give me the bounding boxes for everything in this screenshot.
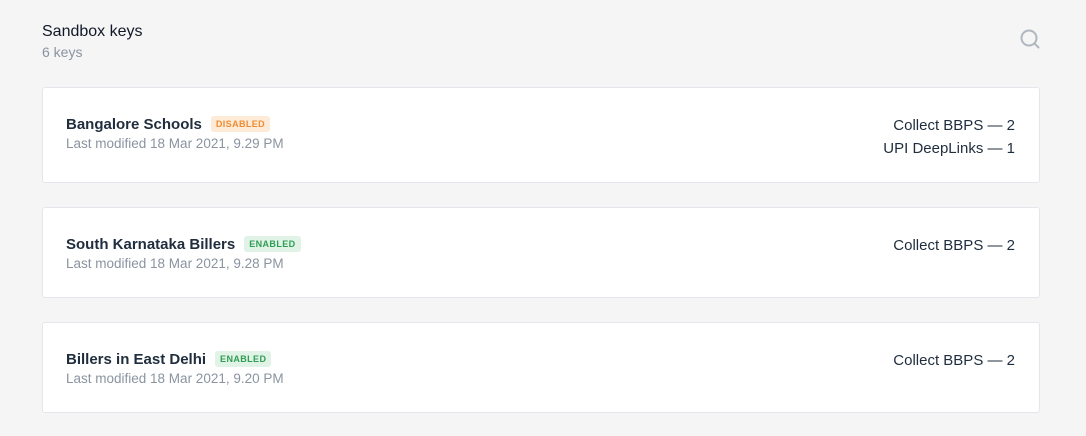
last-modified: Last modified 18 Mar 2021, 9.20 PM [66, 371, 284, 386]
key-card[interactable]: South Karnataka Billers ENABLED Last mod… [42, 207, 1040, 298]
key-card[interactable]: Billers in East Delhi ENABLED Last modif… [42, 322, 1040, 413]
product-item: UPI DeepLinks — 1 [883, 140, 1015, 157]
search-icon[interactable] [1018, 27, 1042, 51]
key-name[interactable]: Bangalore Schools [66, 116, 202, 133]
status-badge: ENABLED [244, 236, 301, 252]
key-info: South Karnataka Billers ENABLED Last mod… [66, 234, 301, 271]
last-modified: Last modified 18 Mar 2021, 9.29 PM [66, 136, 284, 151]
page-header: Sandbox keys 6 keys [42, 22, 143, 62]
page-title: Sandbox keys [42, 23, 143, 40]
status-badge: DISABLED [210, 116, 271, 132]
product-item: Collect BBPS — 2 [893, 352, 1015, 369]
product-list: Collect BBPS — 2 [893, 234, 1015, 257]
product-item: Collect BBPS — 2 [893, 237, 1015, 254]
status-badge: ENABLED [215, 351, 272, 367]
search-button[interactable] [1018, 27, 1042, 51]
key-info: Bangalore Schools DISABLED Last modified… [66, 114, 284, 152]
product-list: Collect BBPS — 2 [893, 349, 1015, 372]
product-item: Collect BBPS — 2 [893, 117, 1015, 134]
key-name[interactable]: Billers in East Delhi [66, 351, 206, 368]
key-count: 6 keys [42, 44, 83, 60]
key-info: Billers in East Delhi ENABLED Last modif… [66, 349, 284, 387]
key-name[interactable]: South Karnataka Billers [66, 236, 235, 253]
key-card[interactable]: Bangalore Schools DISABLED Last modified… [42, 87, 1040, 183]
product-list: Collect BBPS — 2 UPI DeepLinks — 1 [883, 114, 1015, 160]
last-modified: Last modified 18 Mar 2021, 9.28 PM [66, 256, 284, 271]
